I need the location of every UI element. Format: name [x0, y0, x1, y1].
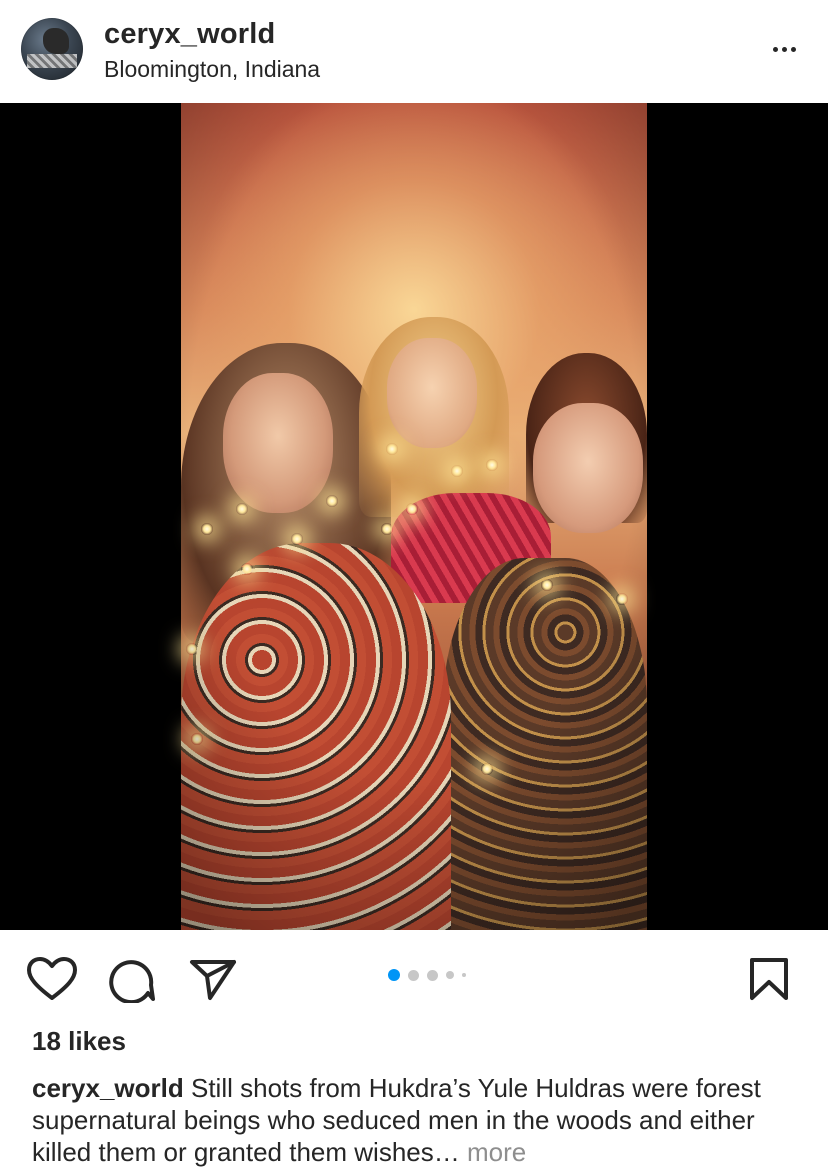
post-photo[interactable]	[181, 103, 647, 930]
paper-plane-icon[interactable]	[189, 958, 237, 1002]
post-caption: ceryx_world Still shots from Hukdra’s Yu…	[32, 1072, 812, 1168]
more-dot	[781, 46, 787, 52]
avatar[interactable]	[21, 18, 83, 80]
comment-bubble-icon[interactable]	[108, 957, 156, 1003]
photo-vignette	[181, 103, 647, 930]
carousel-dot	[427, 969, 438, 981]
avatar-figure	[43, 28, 69, 54]
more-dot	[790, 46, 796, 52]
caption-username[interactable]: ceryx_world	[32, 1073, 184, 1103]
carousel-dot	[462, 973, 466, 977]
heart-icon[interactable]	[27, 957, 77, 1001]
caption-ellipsis: …	[433, 1137, 460, 1167]
post-media[interactable]	[0, 103, 828, 930]
caption-more-link[interactable]: more	[467, 1137, 526, 1167]
action-bar	[0, 930, 828, 1026]
post-username[interactable]: ceryx_world	[104, 18, 275, 51]
bookmark-icon[interactable]	[748, 957, 790, 1001]
post-header: ceryx_world Bloomington, Indiana	[0, 0, 828, 103]
carousel-dot	[408, 969, 419, 981]
carousel-dot	[446, 971, 454, 979]
more-options-icon[interactable]	[762, 34, 806, 64]
likes-count[interactable]: 18 likes	[32, 1026, 126, 1057]
carousel-dot-active	[388, 969, 400, 981]
carousel-indicator	[388, 969, 466, 981]
avatar-pattern	[27, 54, 77, 68]
more-dot	[772, 46, 778, 52]
post-location[interactable]: Bloomington, Indiana	[104, 56, 320, 83]
